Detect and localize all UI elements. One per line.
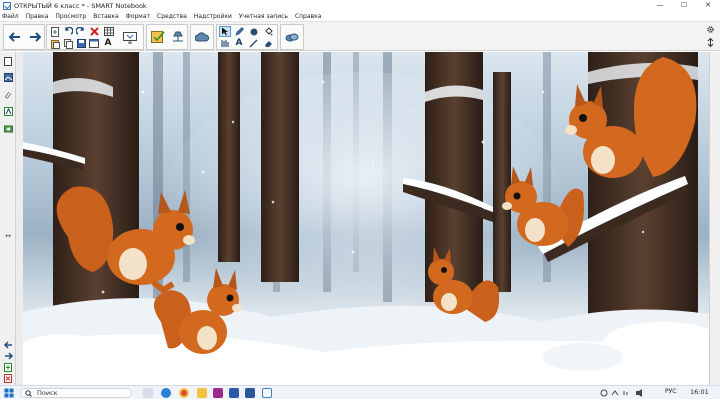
toolbar-group-addons (280, 24, 304, 50)
side-panel-tabs: ↔ (0, 52, 16, 385)
toolbar-group-tools: A (216, 24, 278, 50)
undo-icon[interactable] (62, 26, 74, 37)
language-indicator[interactable]: РУС (665, 388, 676, 395)
page-sorter-icon[interactable] (3, 56, 13, 66)
notebook-icon[interactable] (213, 388, 223, 398)
full-screen-icon[interactable] (88, 38, 100, 49)
back-arrow-icon[interactable] (6, 26, 24, 48)
save-icon[interactable] (75, 38, 87, 49)
system-tray-icons[interactable] (600, 389, 660, 397)
minimize-button[interactable]: — (648, 0, 672, 11)
addons-icon[interactable] (283, 26, 301, 48)
gallery-icon[interactable] (3, 72, 13, 82)
windows-start-icon[interactable] (4, 388, 14, 398)
right-scroll-strip (709, 52, 720, 385)
whiteboard-canvas[interactable] (23, 52, 709, 384)
word-icon[interactable] (245, 388, 255, 398)
fill-icon[interactable] (262, 26, 274, 37)
search-placeholder: Поиск (37, 389, 58, 397)
menu-view[interactable]: Просмотр (55, 13, 86, 20)
smart-notebook-app-icon (3, 1, 11, 10)
display-icon[interactable] (121, 31, 139, 45)
menu-account[interactable]: Учетная запись (239, 13, 288, 20)
toolbar-move-icon[interactable] (704, 37, 716, 48)
delete-icon[interactable] (88, 26, 100, 37)
text-tool-icon[interactable]: A (233, 38, 245, 49)
table-icon[interactable] (103, 26, 115, 37)
copy-page-icon[interactable] (62, 38, 74, 49)
toolbar-group-properties (146, 24, 188, 50)
menu-edit[interactable]: Правка (26, 13, 49, 20)
title-bar: ОТКРЫТЫЙ 6 класс * - SMART Notebook — ☐ … (0, 0, 720, 11)
windows-taskbar: Поиск РУС 16:01 (0, 385, 720, 399)
add-page-icon[interactable] (49, 26, 61, 37)
menu-insert[interactable]: Вставка (93, 13, 118, 20)
select-icon[interactable] (219, 26, 231, 37)
menu-addons[interactable]: Надстройки (194, 13, 232, 20)
toolbar-group-smart (190, 24, 214, 50)
next-page-icon[interactable] (3, 351, 13, 361)
menu-bar: Файл Правка Просмотр Вставка Формат Сред… (0, 11, 720, 21)
menu-format[interactable]: Формат (126, 13, 150, 20)
maximize-button[interactable]: ☐ (672, 0, 696, 11)
cloud-shape-icon[interactable] (193, 26, 211, 48)
winter-forest-squirrels-image (23, 52, 709, 384)
smart-notebook-taskbar-icon[interactable] (262, 388, 272, 398)
taskbar-search[interactable]: Поиск (20, 388, 132, 398)
shapes-icon[interactable] (247, 26, 259, 37)
search-icon (25, 389, 32, 397)
pen-icon[interactable] (233, 26, 245, 37)
properties-tab-icon[interactable] (3, 106, 13, 116)
attachments-icon[interactable] (3, 89, 13, 99)
menu-tools[interactable]: Средства (157, 13, 187, 20)
delete-page-sidebar-icon[interactable] (3, 373, 13, 383)
magic-pen-icon[interactable] (219, 38, 231, 49)
addons-tab-icon[interactable] (3, 123, 13, 133)
eraser-icon[interactable] (262, 38, 274, 49)
edge-icon[interactable] (161, 388, 171, 398)
clock[interactable]: 16:01 (690, 388, 709, 396)
forward-arrow-icon[interactable] (26, 26, 44, 48)
redo-icon[interactable] (75, 26, 87, 37)
properties-icon[interactable] (149, 26, 167, 48)
menu-help[interactable]: Справка (295, 13, 321, 20)
paste-icon[interactable] (49, 38, 61, 49)
task-view-icon[interactable] (143, 388, 153, 398)
lines-icon[interactable] (247, 38, 259, 49)
document-camera-icon[interactable] (169, 26, 187, 48)
chrome-icon[interactable] (179, 388, 189, 398)
toolbar-group-navigation (3, 24, 45, 50)
toolbar-group-edit: A (46, 24, 144, 50)
close-button[interactable]: ✕ (696, 0, 720, 11)
panel-resize-icon[interactable]: ↔ (3, 231, 13, 241)
text-format-icon[interactable]: A (102, 38, 114, 49)
sidebar-gutter (16, 52, 23, 385)
file-explorer-icon[interactable] (197, 388, 207, 398)
settings-gear-icon[interactable] (704, 24, 716, 35)
toolbar: A A (0, 21, 720, 51)
window-title: ОТКРЫТЫЙ 6 класс * - SMART Notebook (14, 1, 147, 10)
menu-file[interactable]: Файл (2, 13, 19, 20)
add-page-sidebar-icon[interactable] (3, 362, 13, 372)
previous-page-icon[interactable] (3, 340, 13, 350)
fx-app-icon[interactable] (229, 388, 239, 398)
